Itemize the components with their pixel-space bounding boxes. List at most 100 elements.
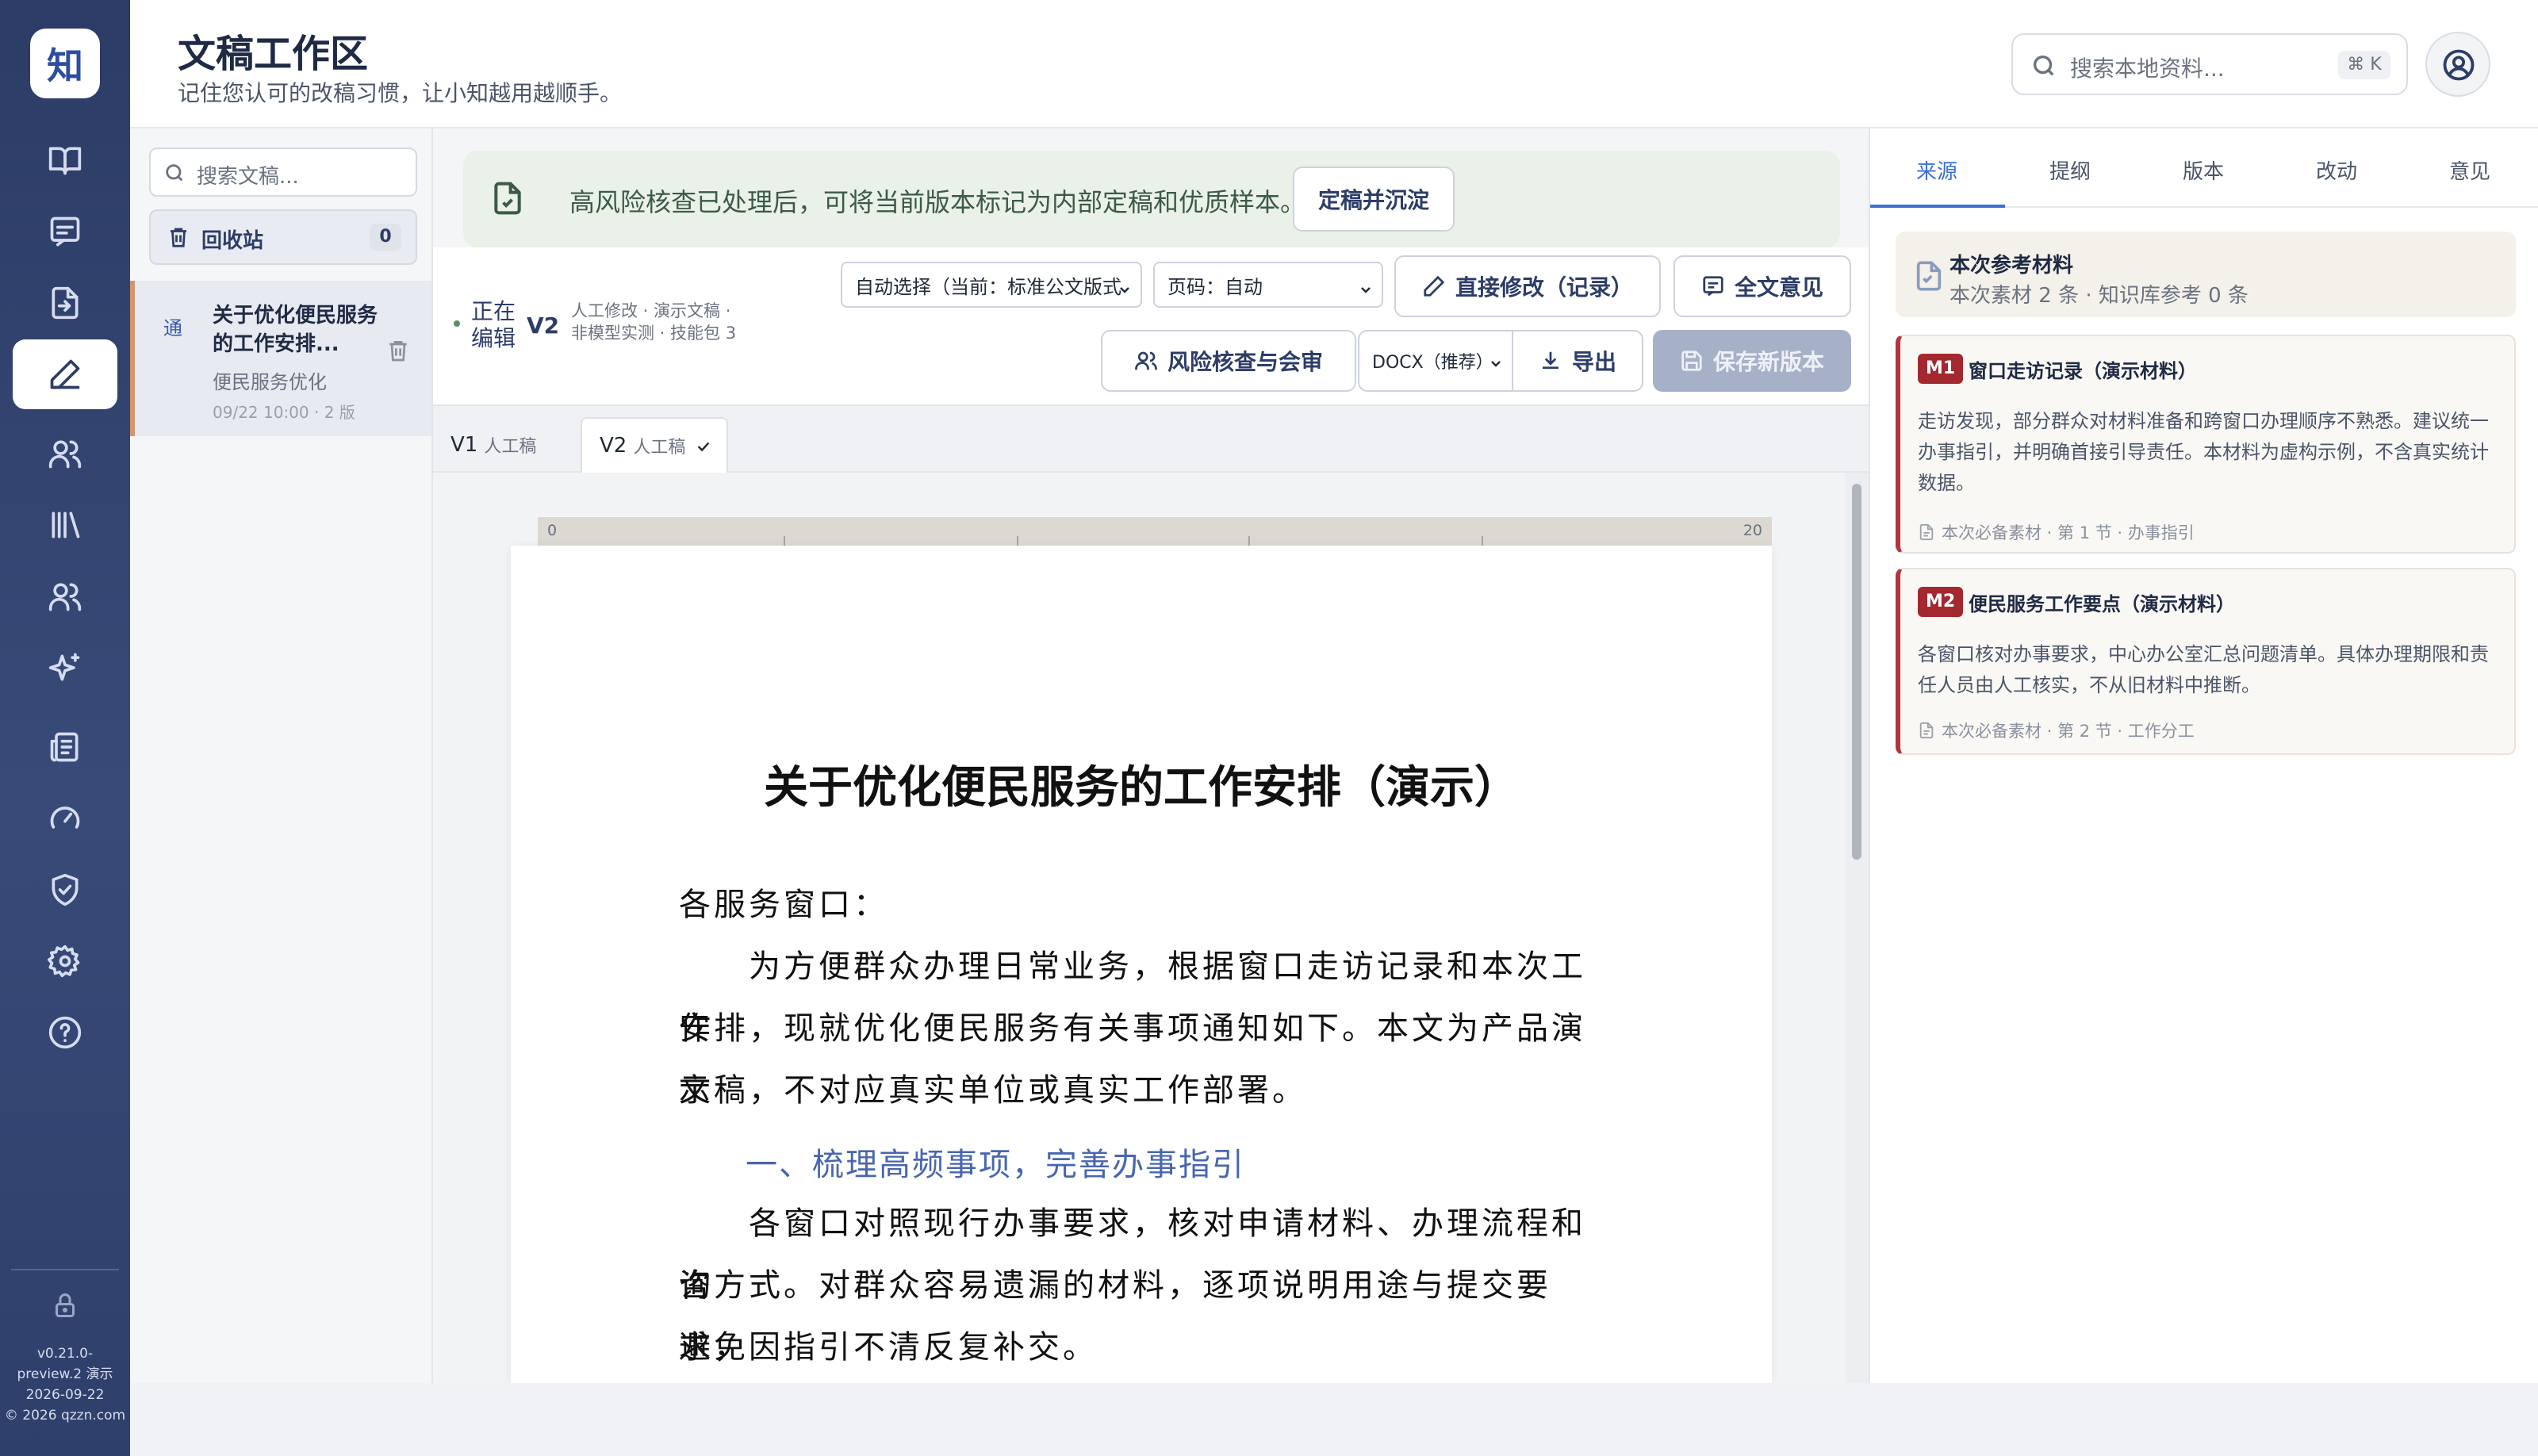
page-title: 文稿工作区 bbox=[178, 32, 369, 76]
format-select-value: 自动选择（当前：标准公文版式 bbox=[855, 275, 1121, 298]
search-icon bbox=[166, 164, 183, 182]
editing-status-dot bbox=[454, 320, 460, 327]
save-version-label: 保存新版本 bbox=[1712, 349, 1824, 375]
document-salutation: 各服务窗口： bbox=[679, 887, 888, 923]
nav-sparkles-icon[interactable] bbox=[13, 633, 117, 703]
doc-search-placeholder: 搜索文稿... bbox=[197, 165, 299, 189]
nav-shield-check-icon[interactable] bbox=[13, 855, 117, 925]
save-version-button[interactable]: 保存新版本 bbox=[1653, 330, 1851, 392]
editing-status-label: 正在 编辑 bbox=[471, 298, 516, 352]
document-para1-line3: 文稿，不对应真实单位或真实工作部署。 bbox=[679, 1072, 1307, 1109]
search-icon bbox=[2033, 55, 2054, 76]
tab-version-1-sub: 人工稿 bbox=[484, 437, 537, 457]
direct-edit-button[interactable]: 直接修改（记录） bbox=[1394, 255, 1661, 317]
material-title: 便民服务工作要点（演示材料） bbox=[1969, 593, 2235, 615]
document-list-item[interactable]: 通 关于优化便民服务的工作安排... 便民服务优化 09/22 10:00 · … bbox=[130, 281, 431, 436]
ruler-tick bbox=[1482, 536, 1483, 546]
nav-users-icon[interactable] bbox=[13, 419, 117, 489]
scrollbar-thumb[interactable] bbox=[1852, 484, 1861, 860]
gear-icon bbox=[48, 944, 80, 978]
nav-gear-icon[interactable] bbox=[13, 926, 117, 996]
tab-version-1[interactable]: V1 人工稿 bbox=[433, 417, 577, 473]
nav-file-import-icon[interactable] bbox=[13, 268, 117, 338]
chevron-down-icon bbox=[1489, 354, 1502, 367]
doc-type-badge: 通 bbox=[163, 317, 182, 339]
risk-review-button[interactable]: 风险核查与会审 bbox=[1101, 330, 1356, 392]
lock-icon[interactable] bbox=[51, 1291, 79, 1320]
user-avatar-button[interactable] bbox=[2425, 32, 2490, 97]
format-select[interactable]: 自动选择（当前：标准公文版式 bbox=[841, 262, 1142, 308]
tab-version-2[interactable]: V2 人工稿 bbox=[581, 417, 728, 473]
tab-sources[interactable]: 来源 bbox=[1870, 155, 2003, 185]
doc-meta: 09/22 10:00 · 2 版 bbox=[213, 403, 355, 422]
file-icon bbox=[1919, 523, 1934, 541]
nav-help-icon[interactable] bbox=[13, 998, 117, 1067]
nav-pen-icon[interactable] bbox=[13, 339, 117, 409]
file-check-icon bbox=[494, 182, 521, 215]
full-review-button[interactable]: 全文意见 bbox=[1673, 255, 1851, 317]
context-tabs: 来源 提纲 版本 改动 意见 bbox=[1870, 128, 2538, 208]
report-icon bbox=[50, 732, 79, 762]
horizontal-ruler[interactable]: 0 20 bbox=[538, 517, 1772, 546]
ruler-tick bbox=[1017, 536, 1018, 546]
document-para2-line3: 避免因指引不清反复补交。 bbox=[679, 1329, 1098, 1366]
context-panel: 来源 提纲 版本 改动 意见 本次参考材料 本次素材 2 条 · 知识库参考 0… bbox=[1869, 128, 2538, 1383]
nav-book-open-icon[interactable] bbox=[13, 125, 117, 195]
export-button[interactable]: 导出 bbox=[1512, 330, 1643, 392]
material-body: 各窗口核对办事要求，中心办公室汇总问题清单。具体办理期限和责任人员由人工核实，不… bbox=[1918, 643, 2489, 696]
doc-search-input[interactable]: 搜索文稿... bbox=[149, 148, 417, 197]
trash-icon bbox=[389, 341, 407, 362]
trash-icon bbox=[171, 228, 186, 247]
notice-text: 高风险核查已处理后，可将当前版本标记为内部定稿和优质样本。 bbox=[569, 187, 1306, 217]
users-icon bbox=[48, 440, 82, 469]
full-review-label: 全文意见 bbox=[1734, 274, 1823, 301]
recycle-bin-button[interactable]: 回收站 0 bbox=[149, 209, 417, 265]
export-label: 导出 bbox=[1571, 349, 1616, 375]
tab-comments[interactable]: 意见 bbox=[2403, 155, 2536, 185]
export-format-select[interactable]: DOCX（推荐） bbox=[1358, 330, 1513, 392]
material-card[interactable]: M1 窗口走访记录（演示材料） 走访发现，部分群众对材料准备和跨窗口办理顺序不熟… bbox=[1896, 335, 2516, 554]
ruler-tick bbox=[784, 536, 785, 546]
document-heading-1: 一、梳理高频事项，完善办事指引 bbox=[746, 1147, 1245, 1183]
document-title: 关于优化便民服务的工作安排（演示） bbox=[764, 761, 1519, 814]
editor-scrollbar[interactable] bbox=[1845, 473, 1869, 1383]
app-logo[interactable]: 知 bbox=[30, 29, 100, 98]
nav-gauge-icon[interactable] bbox=[13, 784, 117, 853]
nav-report-icon[interactable] bbox=[13, 712, 117, 782]
editor-panel: 高风险核查已处理后，可将当前版本标记为内部定稿和优质样本。 定稿并沉淀 正在 编… bbox=[433, 128, 1869, 1386]
direct-edit-label: 直接修改（记录） bbox=[1455, 274, 1633, 301]
tab-versions[interactable]: 版本 bbox=[2137, 155, 2270, 185]
document-page[interactable]: 关于优化便民服务的工作安排（演示） 各服务窗口： 为方便群众办理日常业务，根据窗… bbox=[511, 546, 1772, 1386]
tab-version-2-sub: 人工稿 bbox=[633, 438, 686, 458]
help-icon bbox=[48, 1016, 82, 1049]
export-format-value: DOCX（推荐） bbox=[1372, 353, 1493, 373]
material-card[interactable]: M2 便民服务工作要点（演示材料） 各窗口核对办事要求，中心办公室汇总问题清单。… bbox=[1896, 568, 2516, 755]
delete-doc-button[interactable] bbox=[385, 338, 411, 363]
version-line-1: v0.21.0- bbox=[36, 1346, 94, 1362]
left-rail: 知 v0.21.0- preview.2 演示 2026-09-22 © 202… bbox=[0, 0, 130, 1456]
message-icon bbox=[50, 216, 80, 247]
version-info: v0.21.0- preview.2 演示 2026-09-22 © 2026 … bbox=[0, 1343, 130, 1426]
search-placeholder: 搜索本地资料... bbox=[2070, 56, 2225, 82]
active-tab-indicator bbox=[1870, 205, 2005, 208]
page-number-select[interactable]: 页码：自动 bbox=[1153, 262, 1383, 308]
tab-changes[interactable]: 改动 bbox=[2270, 155, 2403, 185]
user-icon bbox=[2443, 49, 2475, 81]
download-icon bbox=[1542, 351, 1558, 370]
nav-library-icon[interactable] bbox=[13, 490, 117, 560]
material-footer-text: 本次必备素材 · 第 1 节 · 办事指引 bbox=[1942, 523, 2195, 542]
page-header: 文稿工作区 记住您认可的改稿习惯，让小知越用越顺手。 搜索本地资料... ⌘ K bbox=[130, 0, 2538, 128]
nav-message-icon[interactable] bbox=[13, 197, 117, 266]
finalize-button[interactable]: 定稿并沉淀 bbox=[1293, 167, 1455, 232]
finalize-notice: 高风险核查已处理后，可将当前版本标记为内部定稿和优质样本。 定稿并沉淀 bbox=[463, 151, 1840, 247]
material-footer: 本次必备素材 · 第 2 节 · 工作分工 bbox=[1918, 718, 2195, 742]
global-search-input[interactable]: 搜索本地资料... ⌘ K bbox=[2011, 33, 2408, 95]
pen-icon bbox=[1424, 275, 1445, 297]
nav-team-icon[interactable] bbox=[13, 561, 117, 631]
version-tabs: V1 人工稿 V2 人工稿 bbox=[433, 406, 1869, 473]
tab-version-2-label: V2 bbox=[600, 434, 627, 458]
page-select-value: 页码：自动 bbox=[1167, 275, 1263, 298]
tab-outline[interactable]: 提纲 bbox=[2003, 155, 2137, 185]
reference-summary: 本次参考材料 本次素材 2 条 · 知识库参考 0 条 bbox=[1896, 232, 2516, 317]
risk-review-label: 风险核查与会审 bbox=[1167, 349, 1323, 375]
